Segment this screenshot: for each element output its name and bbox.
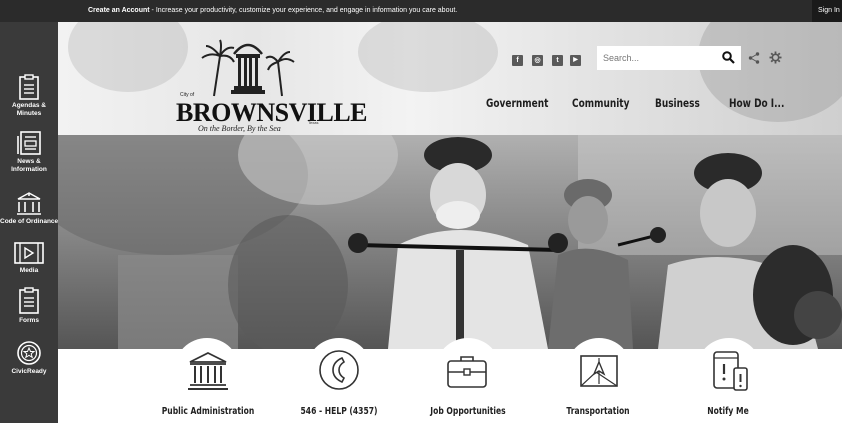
header-background-foliage	[68, 22, 188, 92]
sidebar-item-news[interactable]: News & Information	[0, 130, 58, 174]
sidebar-item-ordinances[interactable]: Code of Ordinances	[0, 192, 62, 226]
sidebar-item-label: Forms	[19, 317, 39, 324]
logo-tagline: On the Border, By the Sea	[198, 124, 281, 133]
search-box	[597, 46, 741, 70]
twitter-icon[interactable]: t	[552, 55, 563, 66]
film-icon	[14, 242, 44, 264]
sidebar-item-label: Agendas & Minutes	[12, 102, 46, 117]
nav-how-do-i[interactable]: How Do I...	[729, 96, 784, 110]
account-message: Create an Account - Increase your produc…	[88, 0, 457, 22]
building-icon	[17, 192, 41, 215]
quicklink-public-administration[interactable]: Public Administration	[152, 406, 264, 417]
gear-icon[interactable]	[769, 51, 782, 64]
quicklink-help-line[interactable]: 546 - HELP (4357)	[283, 406, 395, 417]
site-logo[interactable]: City of BROWNSVILLE Texas On the Border,…	[176, 34, 368, 133]
sidebar-item-media[interactable]: Media	[0, 241, 58, 275]
top-account-bar: Create an Account - Increase your produc…	[0, 0, 842, 22]
share-icon[interactable]	[748, 52, 760, 64]
sidebar-item-forms[interactable]: Forms	[0, 287, 58, 325]
sign-in-button[interactable]: Sign In	[812, 0, 842, 22]
quicklink-notify-me[interactable]: Notify Me	[672, 406, 784, 417]
sidebar-item-label: Media	[19, 267, 39, 274]
header-background-foliage	[358, 22, 498, 92]
site-header: City of BROWNSVILLE Texas On the Border,…	[58, 22, 842, 135]
instagram-icon[interactable]: ◎	[532, 55, 543, 66]
sidebar-item-agendas[interactable]: Agendas & Minutes	[0, 74, 58, 118]
document-icon	[19, 74, 39, 100]
nav-community[interactable]: Community	[572, 96, 629, 110]
map-icon[interactable]	[578, 352, 620, 392]
sidebar: Agendas & Minutes News & Information Cod…	[0, 22, 62, 423]
phone-icon[interactable]	[318, 349, 360, 391]
form-icon	[19, 287, 39, 314]
quicklink-transportation[interactable]: Transportation	[542, 406, 654, 417]
courthouse-icon[interactable]	[188, 351, 228, 391]
sidebar-item-label: CivicReady	[11, 368, 47, 375]
search-input[interactable]	[603, 50, 713, 65]
badge-icon	[17, 341, 41, 365]
sidebar-item-civicready[interactable]: CivicReady	[0, 340, 58, 376]
logo-state: Texas	[308, 120, 319, 125]
newspaper-icon	[17, 131, 41, 155]
youtube-icon[interactable]: ▶	[570, 55, 581, 66]
hero-banner-image	[58, 135, 842, 349]
nav-business[interactable]: Business	[655, 96, 700, 110]
nav-government[interactable]: Government	[486, 96, 548, 110]
devices-icon[interactable]	[712, 350, 748, 392]
facebook-icon[interactable]: f	[512, 55, 523, 66]
quicklink-job-opportunities[interactable]: Job Opportunities	[412, 406, 524, 417]
sidebar-item-label: News & Information	[11, 158, 47, 173]
search-icon[interactable]	[722, 51, 735, 64]
hero-cyclists-illustration	[58, 135, 842, 349]
logo-emblem-icon	[201, 39, 295, 97]
create-account-link[interactable]: Create an Account	[88, 7, 150, 14]
account-message-text: - Increase your productivity, customize …	[149, 7, 458, 14]
briefcase-icon[interactable]	[446, 352, 488, 390]
sidebar-item-label: Code of Ordinances	[0, 218, 62, 225]
